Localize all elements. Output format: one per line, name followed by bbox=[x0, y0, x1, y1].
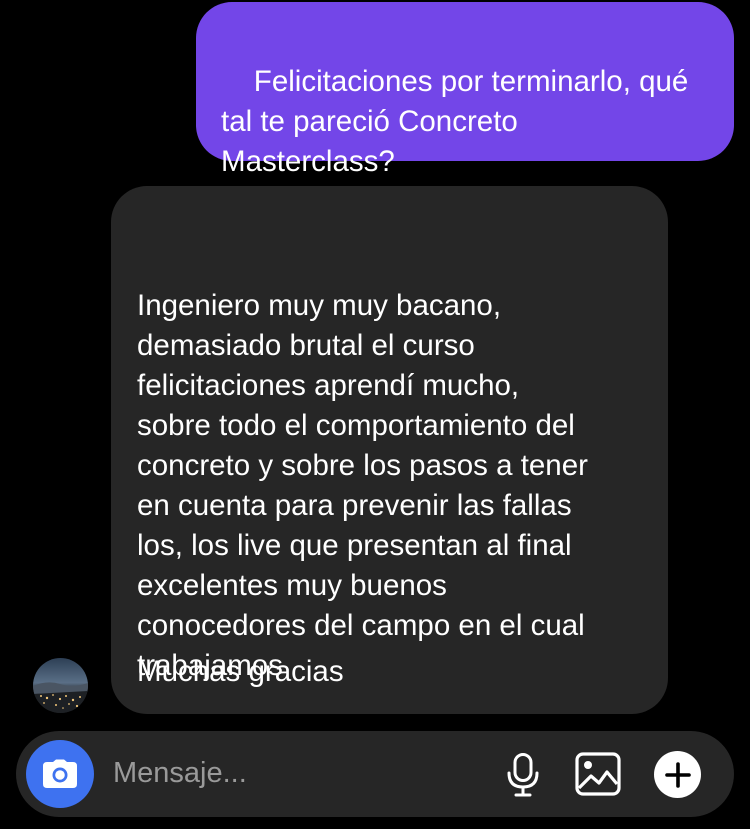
sent-message-text: Felicitaciones por terminarlo, qué tal t… bbox=[221, 65, 689, 178]
microphone-icon bbox=[507, 753, 539, 797]
message-input[interactable] bbox=[113, 753, 493, 793]
camera-icon bbox=[43, 759, 77, 788]
voice-message-button[interactable] bbox=[503, 750, 543, 800]
received-message-bubble[interactable]: Ingeniero muy muy bacano, demasiado brut… bbox=[111, 186, 668, 714]
received-message-text: Ingeniero muy muy bacano, demasiado brut… bbox=[137, 289, 588, 682]
image-icon bbox=[575, 752, 621, 796]
avatar-image bbox=[33, 658, 88, 713]
message-composer bbox=[16, 731, 734, 817]
sent-message-bubble[interactable]: Felicitaciones por terminarlo, qué tal t… bbox=[196, 2, 734, 178]
gallery-button[interactable] bbox=[574, 751, 622, 797]
received-message-closing: Muchas gracias bbox=[137, 655, 344, 688]
camera-button[interactable] bbox=[26, 740, 94, 808]
contact-avatar[interactable] bbox=[33, 658, 88, 713]
more-options-button[interactable] bbox=[654, 751, 701, 798]
plus-icon bbox=[664, 761, 691, 788]
